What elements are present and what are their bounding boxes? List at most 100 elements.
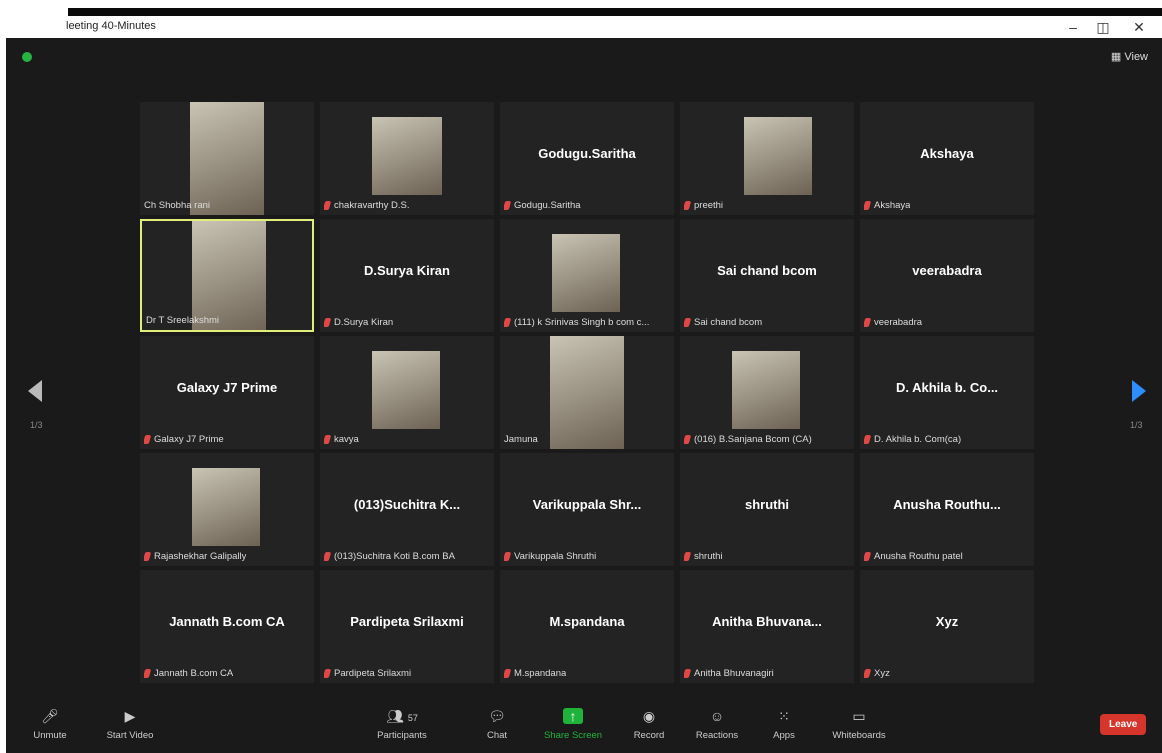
view-button[interactable]: ▦ View <box>1111 50 1148 63</box>
participant-video <box>552 234 620 312</box>
participant-video <box>550 336 624 449</box>
participant-name: Anitha Bhuvanagiri <box>694 668 774 679</box>
participant-name-label: Ch Shobha rani <box>144 200 210 211</box>
participant-name-label: Godugu.Saritha <box>504 200 581 211</box>
video-off-icon: ▶︎ <box>124 708 136 724</box>
participants-label: Participants <box>377 730 427 741</box>
muted-mic-icon <box>504 552 512 561</box>
participant-tile[interactable]: shruthi shruthi <box>680 453 854 566</box>
participant-tile[interactable]: M.spandana M.spandana <box>500 570 674 683</box>
unmute-button[interactable]: 🎤︎ Unmute <box>28 708 72 741</box>
start-video-label: Start Video <box>106 730 154 741</box>
participant-name-label: Anitha Bhuvanagiri <box>684 668 774 679</box>
participant-tile[interactable]: Anusha Routhu... Anusha Routhu patel <box>860 453 1034 566</box>
next-page-arrow-icon[interactable] <box>1132 380 1146 402</box>
participant-tile[interactable]: Jamuna <box>500 336 674 449</box>
participant-tile[interactable]: Anitha Bhuvana... Anitha Bhuvanagiri <box>680 570 854 683</box>
participants-button[interactable]: 👥︎ 57 Participants <box>374 708 430 741</box>
participant-tile[interactable]: (013)Suchitra K... (013)Suchitra Koti B.c… <box>320 453 494 566</box>
muted-mic-icon <box>864 669 872 678</box>
leave-button[interactable]: Leave <box>1100 714 1147 735</box>
muted-mic-icon <box>504 201 512 210</box>
participant-name-label: Galaxy J7 Prime <box>144 434 224 445</box>
reactions-button[interactable]: ☺ Reactions <box>692 708 742 741</box>
participant-name: Dr T Sreelakshmi <box>146 315 220 326</box>
participant-tile[interactable]: Galaxy J7 Prime Galaxy J7 Prime <box>140 336 314 449</box>
participants-icon: 👥︎ 57 <box>386 708 418 724</box>
muted-mic-icon <box>504 318 512 327</box>
muted-mic-icon <box>864 201 872 210</box>
participant-video <box>744 117 812 195</box>
record-icon: ◉ <box>642 708 656 724</box>
muted-mic-icon <box>144 435 152 444</box>
chat-button[interactable]: 💬︎ Chat <box>482 708 512 741</box>
participant-tile[interactable]: Jannath B.com CA Jannath B.com CA <box>140 570 314 683</box>
reactions-label: Reactions <box>695 730 739 741</box>
participant-display-name: Godugu.Saritha <box>538 146 636 161</box>
participant-video <box>372 117 442 195</box>
apps-button[interactable]: ⁙ Apps <box>768 708 800 741</box>
participant-tile[interactable]: Rajashekhar Galipally <box>140 453 314 566</box>
muted-mic-icon <box>324 201 332 210</box>
participant-tile[interactable]: preethi <box>680 102 854 215</box>
participant-name-label: Jannath B.com CA <box>144 668 233 679</box>
meeting-window: ▦ View 1/3 1/3 Ch Shobha rani chakravarth… <box>6 38 1162 753</box>
record-button[interactable]: ◉ Record <box>630 708 668 741</box>
security-shield-icon[interactable] <box>22 52 32 62</box>
participant-display-name: M.spandana <box>549 614 625 629</box>
participant-name: chakravarthy D.S. <box>334 200 410 211</box>
participant-name: Akshaya <box>874 200 911 211</box>
muted-mic-icon <box>684 318 692 327</box>
share-screen-button[interactable]: ↑ Share Screen <box>542 708 604 741</box>
participant-name-label: (111) k Srinivas Singh b com c... <box>504 317 649 328</box>
participant-tile[interactable]: Varikuppala Shr... Varikuppala Shruthi <box>500 453 674 566</box>
participant-tile[interactable]: Dr T Sreelakshmi <box>140 219 314 332</box>
participant-name-label: chakravarthy D.S. <box>324 200 410 211</box>
muted-mic-icon <box>324 552 332 561</box>
participant-name: Galaxy J7 Prime <box>154 434 224 445</box>
maximize-icon[interactable]: ◫ <box>1088 16 1118 38</box>
share-screen-icon: ↑ <box>563 708 583 724</box>
muted-mic-icon <box>324 669 332 678</box>
start-video-button[interactable]: ▶︎ Start Video <box>100 708 160 741</box>
participant-tile[interactable]: D. Akhila b. Co... D. Akhila b. Com(ca) <box>860 336 1034 449</box>
participant-tile[interactable]: veerabadra veerabadra <box>860 219 1034 332</box>
participant-name-label: preethi <box>684 200 723 211</box>
muted-mic-icon <box>864 435 872 444</box>
participant-tile[interactable]: Godugu.Saritha Godugu.Saritha <box>500 102 674 215</box>
muted-mic-icon <box>864 552 872 561</box>
participant-tile[interactable]: Akshaya Akshaya <box>860 102 1034 215</box>
top-bar <box>68 8 1162 16</box>
participant-tile[interactable]: Sai chand bcom Sai chand bcom <box>680 219 854 332</box>
participant-tile[interactable]: (016) B.Sanjana Bcom (CA) <box>680 336 854 449</box>
participant-tile[interactable]: Pardipeta Srilaxmi Pardipeta Srilaxmi <box>320 570 494 683</box>
muted-mic-icon <box>324 435 332 444</box>
close-icon[interactable]: ✕ <box>1124 16 1154 38</box>
participant-display-name: Anusha Routhu... <box>893 497 1001 512</box>
muted-mic-icon <box>684 201 692 210</box>
participant-display-name: D. Akhila b. Co... <box>895 380 999 395</box>
participant-name: kavya <box>334 434 359 445</box>
participant-name-label: M.spandana <box>504 668 566 679</box>
whiteboards-button[interactable]: ▭ Whiteboards <box>828 708 890 741</box>
participant-name-label: (013)Suchitra Koti B.com BA <box>324 551 455 562</box>
participants-count: 57 <box>407 713 418 723</box>
participant-tile[interactable]: kavya <box>320 336 494 449</box>
reactions-icon: ☺ <box>709 708 725 724</box>
participant-tile[interactable]: D.Surya Kiran D.Surya Kiran <box>320 219 494 332</box>
whiteboards-label: Whiteboards <box>832 730 886 741</box>
participant-tile[interactable]: chakravarthy D.S. <box>320 102 494 215</box>
minimize-icon[interactable]: – <box>1058 16 1088 38</box>
page-indicator-right: 1/3 <box>1130 420 1143 430</box>
prev-page-arrow-icon[interactable] <box>28 380 42 402</box>
window-title: leeting 40-Minutes <box>66 20 156 32</box>
participant-name: Rajashekhar Galipally <box>154 551 247 562</box>
title-bar: leeting 40-Minutes – ◫ ✕ <box>0 16 1162 38</box>
participant-tile[interactable]: (111) k Srinivas Singh b com c... <box>500 219 674 332</box>
participant-tile[interactable]: Ch Shobha rani <box>140 102 314 215</box>
unmute-label: Unmute <box>33 730 67 741</box>
participant-name-label: Akshaya <box>864 200 910 211</box>
participant-name: Sai chand bcom <box>694 317 763 328</box>
participant-display-name: veerabadra <box>912 263 982 278</box>
participant-tile[interactable]: Xyz Xyz <box>860 570 1034 683</box>
